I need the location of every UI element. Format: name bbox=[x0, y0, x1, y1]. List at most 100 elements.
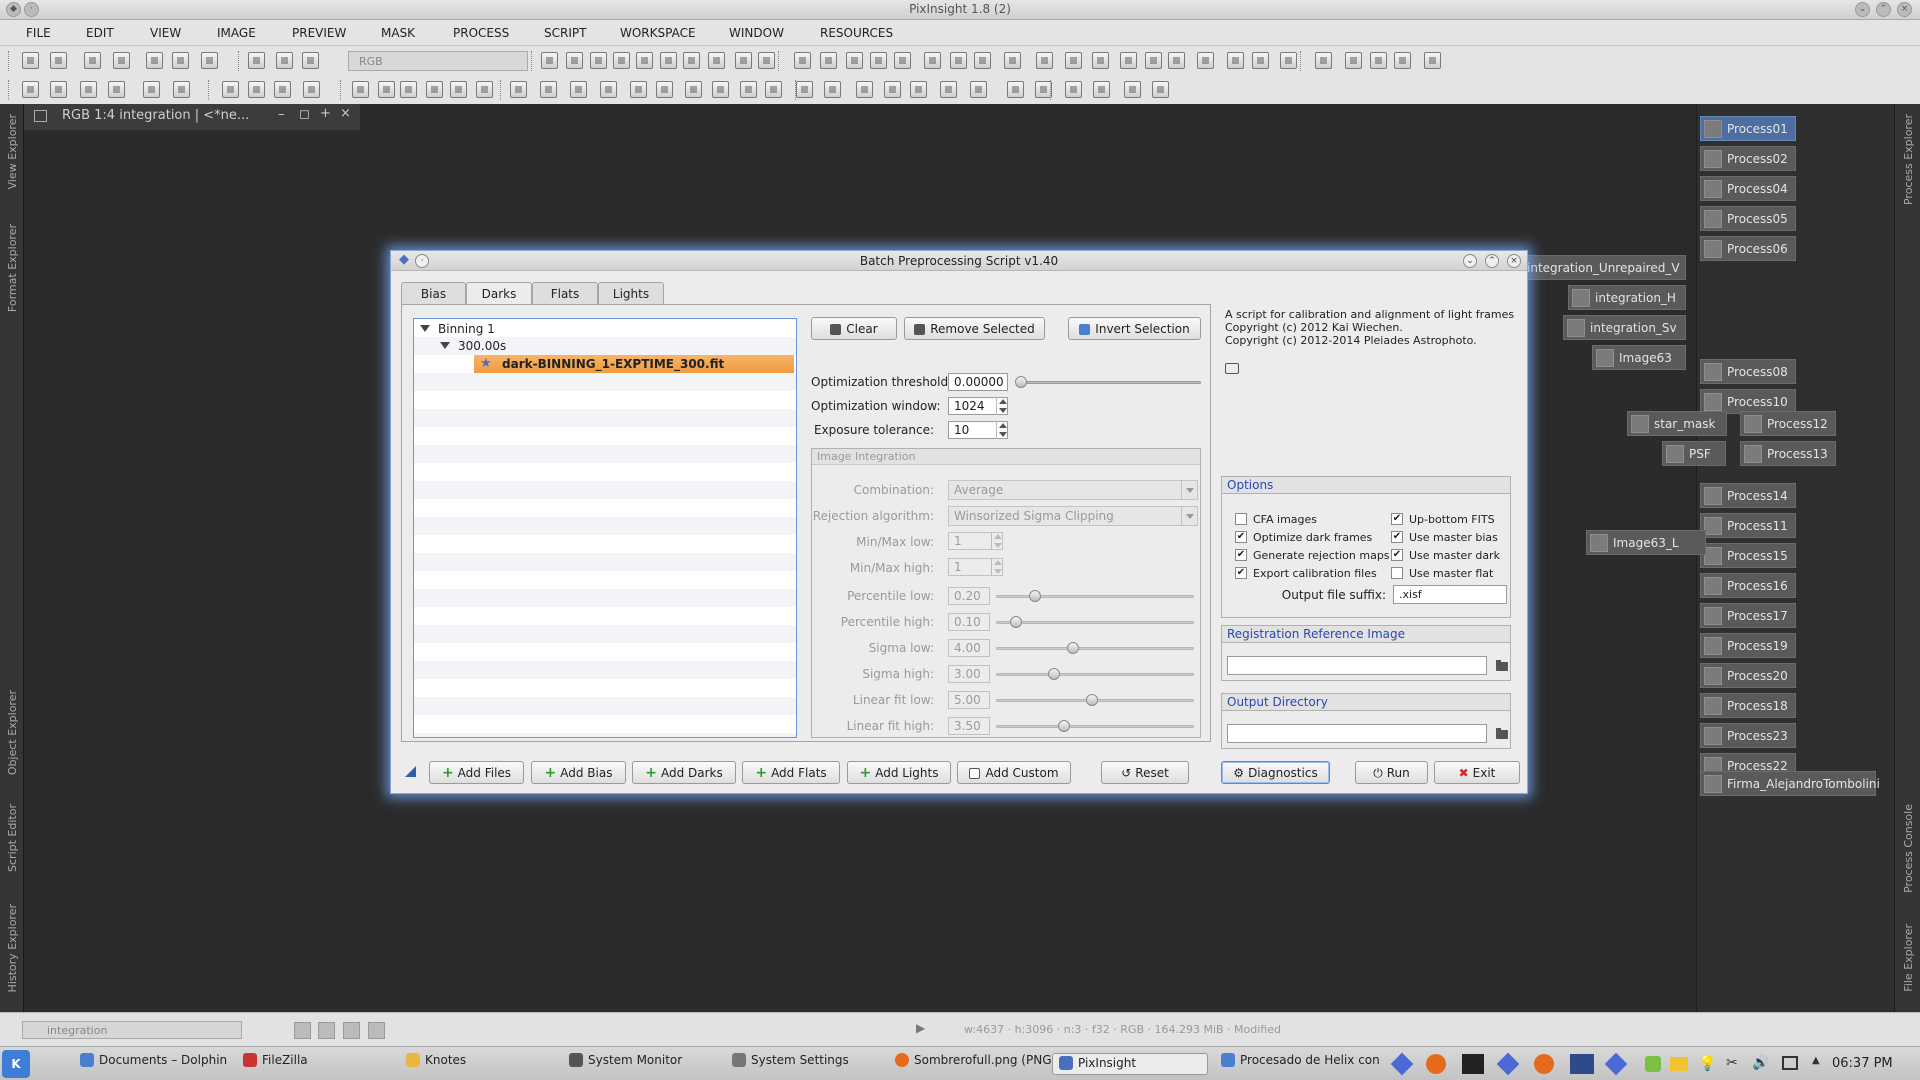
integration-slider[interactable] bbox=[996, 720, 1194, 732]
image-shade-icon[interactable]: ◻ bbox=[299, 107, 310, 122]
toolbar-tool-icon[interactable] bbox=[84, 52, 101, 69]
toolbar-tool-icon[interactable] bbox=[824, 81, 841, 98]
diagnostics-button[interactable]: ⚙ Diagnostics bbox=[1221, 761, 1330, 784]
toolbar-tool-icon[interactable] bbox=[541, 52, 558, 69]
task-filezilla[interactable]: FileZilla bbox=[243, 1053, 308, 1075]
toolbar-tool-icon[interactable] bbox=[794, 52, 811, 69]
task-system-settings[interactable]: System Settings bbox=[732, 1053, 849, 1075]
toolbar-tool-icon[interactable] bbox=[50, 52, 67, 69]
menu-script[interactable]: SCRIPT bbox=[544, 26, 586, 40]
reset-button[interactable]: ↺ Reset bbox=[1101, 761, 1189, 784]
app-launcher-icon[interactable] bbox=[1570, 1054, 1594, 1074]
process-icon[interactable]: Image63_L bbox=[1586, 530, 1706, 555]
toolbar-tool-icon[interactable] bbox=[201, 52, 218, 69]
task-pixinsight[interactable]: PixInsight bbox=[1052, 1053, 1208, 1075]
channel-select[interactable]: RGB bbox=[348, 51, 528, 71]
toolbar-tool-icon[interactable] bbox=[974, 52, 991, 69]
integration-slider-input[interactable]: 5.00 bbox=[948, 691, 990, 709]
toolbar-tool-icon[interactable] bbox=[476, 81, 493, 98]
toolbar-tool-icon[interactable] bbox=[400, 81, 417, 98]
toolbar-tool-icon[interactable] bbox=[1152, 81, 1169, 98]
slider-knob[interactable] bbox=[1010, 616, 1022, 628]
add-files-button[interactable]: + Add Files bbox=[429, 761, 524, 784]
firefox-launcher-icon[interactable] bbox=[1426, 1054, 1446, 1074]
toolbar-tool-icon[interactable] bbox=[660, 52, 677, 69]
toolbar-tool-icon[interactable] bbox=[173, 81, 190, 98]
slider-knob[interactable] bbox=[1029, 590, 1041, 602]
toolbar-tool-icon[interactable] bbox=[450, 81, 467, 98]
process-icon[interactable]: Process05 bbox=[1700, 206, 1796, 231]
toolbar-tool-icon[interactable] bbox=[1124, 81, 1141, 98]
checkbox-icon[interactable]: ✔ bbox=[1391, 513, 1403, 525]
menu-resources[interactable]: RESOURCES bbox=[820, 26, 893, 40]
terminal-icon[interactable] bbox=[1462, 1054, 1484, 1074]
toolbar-tool-icon[interactable] bbox=[1345, 52, 1362, 69]
option-checkbox[interactable]: ✔ Up-bottom FITS bbox=[1391, 513, 1495, 526]
toolbar-tool-icon[interactable] bbox=[146, 52, 163, 69]
tree-node-exposure[interactable]: 300.00s bbox=[440, 339, 506, 353]
checkbox-icon[interactable]: ✔ bbox=[1235, 531, 1247, 543]
folder-icon[interactable] bbox=[1496, 660, 1508, 671]
clear-button[interactable]: Clear bbox=[811, 317, 897, 340]
toolbar-tool-icon[interactable] bbox=[870, 52, 887, 69]
zoom-button[interactable] bbox=[368, 1022, 385, 1039]
toolbar-tool-icon[interactable] bbox=[570, 81, 587, 98]
toolbar-tool-icon[interactable] bbox=[590, 52, 607, 69]
option-checkbox[interactable]: ✔ Use master bias bbox=[1391, 531, 1498, 544]
toolbar-tool-icon[interactable] bbox=[303, 81, 320, 98]
dialog-close-icon[interactable]: × bbox=[1507, 254, 1521, 268]
process-icon[interactable]: Process04 bbox=[1700, 176, 1796, 201]
process-icon[interactable]: Process11 bbox=[1700, 513, 1796, 538]
task-okular[interactable]: Procesado de Helix con bbox=[1221, 1053, 1380, 1075]
tab-darks[interactable]: Darks bbox=[466, 282, 532, 305]
zoom-button[interactable] bbox=[294, 1022, 311, 1039]
registration-input[interactable] bbox=[1227, 656, 1487, 675]
process-icon[interactable]: Process02 bbox=[1700, 146, 1796, 171]
menu-workspace[interactable]: WORKSPACE bbox=[620, 26, 696, 40]
menu-view[interactable]: VIEW bbox=[150, 26, 181, 40]
comment-icon[interactable] bbox=[1225, 363, 1239, 374]
option-checkbox[interactable]: ✔ Optimize dark frames bbox=[1235, 531, 1372, 544]
toolbar-tool-icon[interactable] bbox=[856, 81, 873, 98]
slider-knob[interactable] bbox=[1048, 668, 1060, 680]
task-firefox[interactable]: Sombrerofull.png (PNG bbox=[895, 1053, 1052, 1075]
toolbar-tool-icon[interactable] bbox=[540, 81, 557, 98]
process-icon[interactable]: Process16 bbox=[1700, 573, 1796, 598]
minimize-icon[interactable]: ⌄ bbox=[1855, 2, 1870, 17]
process-icon[interactable]: Process08 bbox=[1700, 359, 1796, 384]
close-icon[interactable]: × bbox=[1897, 2, 1912, 17]
toolbar-tool-icon[interactable] bbox=[352, 81, 369, 98]
process-icon[interactable]: integration_H bbox=[1568, 285, 1686, 310]
tab-lights[interactable]: Lights bbox=[598, 282, 664, 304]
process-icon[interactable]: PSF bbox=[1662, 441, 1726, 466]
image-minimize-icon[interactable]: – bbox=[278, 107, 285, 122]
toolbar-tool-icon[interactable] bbox=[248, 81, 265, 98]
checkbox-icon[interactable] bbox=[1391, 567, 1403, 579]
lightbulb-tray-icon[interactable]: 💡 bbox=[1698, 1054, 1717, 1072]
toolbar-tool-icon[interactable] bbox=[758, 52, 775, 69]
new-instance-icon[interactable] bbox=[405, 766, 416, 777]
toolbar-tool-icon[interactable] bbox=[820, 52, 837, 69]
tab-flats[interactable]: Flats bbox=[532, 282, 598, 304]
folder-tray-icon[interactable] bbox=[1670, 1057, 1688, 1071]
toolbar-tool-icon[interactable] bbox=[846, 52, 863, 69]
dock-history-explorer[interactable]: History Explorer bbox=[6, 904, 19, 992]
toolbar-tool-icon[interactable] bbox=[426, 81, 443, 98]
process-icon[interactable]: Process01 bbox=[1700, 116, 1796, 141]
toolbar-tool-icon[interactable] bbox=[683, 52, 700, 69]
dock-file-explorer[interactable]: File Explorer bbox=[1902, 924, 1915, 992]
tree-node-binning[interactable]: Binning 1 bbox=[420, 322, 495, 336]
process-icon[interactable]: Firma_AlejandroTombolini bbox=[1700, 771, 1880, 796]
toolbar-tool-icon[interactable] bbox=[735, 52, 752, 69]
toolbar-tool-icon[interactable] bbox=[1394, 52, 1411, 69]
toolbar-tool-icon[interactable] bbox=[712, 81, 729, 98]
pixinsight-launcher-icon[interactable] bbox=[1390, 1052, 1414, 1076]
task-system-monitor[interactable]: System Monitor bbox=[569, 1053, 682, 1075]
menu-preview[interactable]: PREVIEW bbox=[292, 26, 346, 40]
toolbar-tool-icon[interactable] bbox=[108, 81, 125, 98]
zoom-button[interactable] bbox=[343, 1022, 360, 1039]
exit-button[interactable]: ✖ Exit bbox=[1434, 761, 1520, 784]
integration-slider-input[interactable]: 4.00 bbox=[948, 639, 990, 657]
dock-process-console[interactable]: Process Console bbox=[1902, 804, 1915, 893]
toolbar-tool-icon[interactable] bbox=[600, 81, 617, 98]
